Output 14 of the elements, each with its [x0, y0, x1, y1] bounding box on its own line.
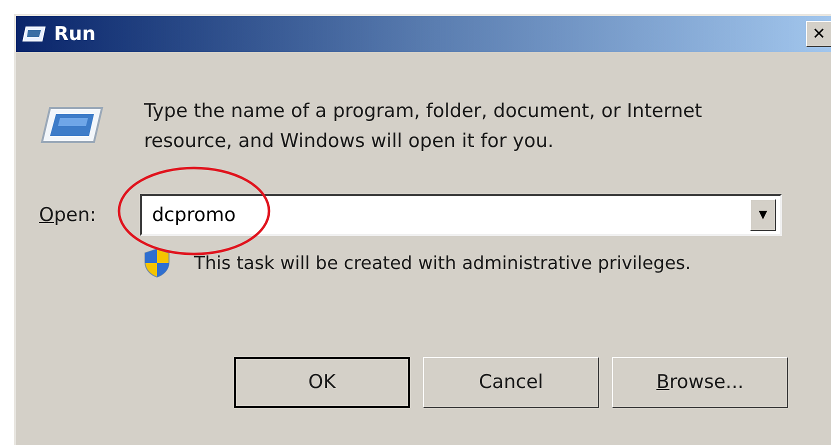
description-text: Type the name of a program, folder, document, or Internet resource, and Windows will open it for you. [144, 99, 704, 154]
ok-button[interactable]: OK [234, 357, 410, 408]
open-label: Open: [39, 202, 98, 228]
cancel-button[interactable]: Cancel [423, 357, 599, 408]
close-button[interactable]: ✕ [806, 21, 831, 47]
window-title: Run [54, 22, 96, 47]
open-field-value: dcpromo [152, 202, 237, 228]
shield-icon [144, 248, 170, 278]
notice-text: This task will be created with administrative privileges. [194, 252, 691, 276]
open-combo-box[interactable]: dcpromo ▼ [140, 194, 782, 236]
dropdown-button[interactable]: ▼ [750, 199, 776, 231]
browse-button[interactable]: Browse... [612, 357, 788, 408]
run-program-icon [40, 104, 104, 146]
run-app-icon [22, 26, 46, 42]
